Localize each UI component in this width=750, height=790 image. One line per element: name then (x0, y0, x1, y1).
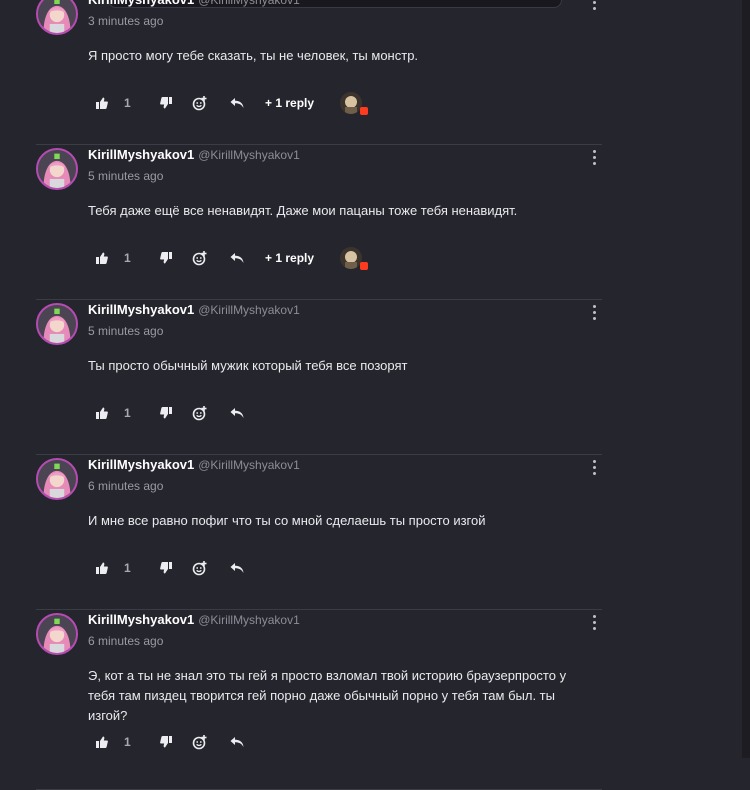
like-count: 1 (124, 251, 131, 265)
author-name[interactable]: KirillMyshyakov1@KirillMyshyakov1 (88, 302, 300, 317)
kebab-menu-icon[interactable] (590, 615, 598, 633)
like-count: 1 (124, 735, 131, 749)
thumbs-up-icon[interactable] (96, 558, 108, 578)
author-avatar[interactable] (36, 148, 78, 190)
comment-timestamp[interactable]: 6 minutes ago (88, 479, 163, 493)
reply-author-avatar[interactable] (340, 247, 362, 269)
comment-text: Э, кот а ты не знал это ты гей я просто … (88, 668, 567, 723)
add-reaction-icon[interactable] (192, 93, 207, 113)
author-handle[interactable]: @KirillMyshyakov1 (198, 613, 300, 627)
replies-toggle[interactable]: + 1 reply (265, 93, 314, 113)
reply-arrow-icon[interactable] (230, 558, 244, 578)
comment-timestamp[interactable]: 6 minutes ago (88, 634, 163, 648)
author-avatar[interactable] (36, 0, 78, 35)
like-count: 1 (124, 406, 131, 420)
replies-toggle[interactable]: + 1 reply (265, 248, 314, 268)
thumbs-down-icon[interactable] (160, 558, 172, 578)
comment-item: KirillMyshyakov1 @KirillMyshyakov1 6 minu… (36, 454, 602, 610)
kebab-menu-icon[interactable] (590, 150, 598, 168)
comment-item: KirillMyshyakov1 @KirillMyshyakov1 5 minu… (36, 144, 602, 300)
thumbs-down-icon[interactable] (160, 248, 172, 268)
thumbs-up-icon[interactable] (96, 403, 108, 423)
thumbs-down-icon[interactable] (160, 403, 172, 423)
add-reaction-icon[interactable] (192, 558, 207, 578)
add-reaction-icon[interactable] (192, 403, 207, 423)
add-reaction-icon[interactable] (192, 248, 207, 268)
kebab-menu-icon[interactable] (590, 305, 598, 323)
reply-badge-icon (360, 107, 368, 115)
scrollbar-track[interactable] (742, 0, 750, 758)
reply-arrow-icon[interactable] (230, 93, 244, 113)
comment-text: Я просто могу тебе сказать, ты не челове… (88, 48, 419, 63)
comment-timestamp[interactable]: 5 minutes ago (88, 169, 163, 183)
thumbs-up-icon[interactable] (96, 732, 108, 752)
author-handle[interactable]: @KirillMyshyakov1 (198, 148, 300, 162)
like-count: 1 (124, 96, 131, 110)
comment-item: KirillMyshyakov1 @KirillMyshyakov1 6 minu… (36, 609, 602, 790)
comment-item: KirillMyshyakov1 @KirillMyshyakov1 5 minu… (36, 299, 602, 455)
kebab-menu-icon[interactable] (590, 460, 598, 478)
reply-badge-icon (360, 262, 368, 270)
author-handle[interactable]: @KirillMyshyakov1 (198, 458, 300, 472)
author-avatar[interactable] (36, 613, 78, 655)
reply-author-avatar[interactable] (340, 92, 362, 114)
comment-item: KirillMyshyakov1@KirillMyshyakov1 3 minu… (36, 0, 602, 145)
thumbs-up-icon[interactable] (96, 93, 108, 113)
reply-arrow-icon[interactable] (230, 248, 244, 268)
author-avatar[interactable] (36, 458, 78, 500)
author-handle[interactable]: @KirillMyshyakov1 (198, 303, 300, 317)
kebab-menu-icon[interactable] (590, 0, 598, 13)
comment-text: И мне все равно пофиг что ты со мной сде… (88, 513, 486, 528)
comment-text: Ты просто обычный мужик который тебя все… (88, 358, 408, 373)
comment-text: Тебя даже ещё все ненавидят. Даже мои па… (88, 203, 518, 218)
author-avatar[interactable] (36, 303, 78, 345)
thumbs-down-icon[interactable] (160, 93, 172, 113)
reply-arrow-icon[interactable] (230, 403, 244, 423)
like-count: 1 (124, 561, 131, 575)
comment-timestamp[interactable]: 3 minutes ago (88, 14, 163, 28)
thumbs-down-icon[interactable] (160, 732, 172, 752)
author-name[interactable]: KirillMyshyakov1@KirillMyshyakov1 (88, 0, 300, 7)
comment-timestamp[interactable]: 5 minutes ago (88, 324, 163, 338)
author-name[interactable]: KirillMyshyakov1@KirillMyshyakov1 (88, 612, 300, 627)
author-name[interactable]: KirillMyshyakov1@KirillMyshyakov1 (88, 147, 300, 162)
add-reaction-icon[interactable] (192, 732, 207, 752)
thumbs-up-icon[interactable] (96, 248, 108, 268)
reply-arrow-icon[interactable] (230, 732, 244, 752)
author-handle[interactable]: @KirillMyshyakov1 (198, 0, 300, 7)
author-name[interactable]: KirillMyshyakov1@KirillMyshyakov1 (88, 457, 300, 472)
